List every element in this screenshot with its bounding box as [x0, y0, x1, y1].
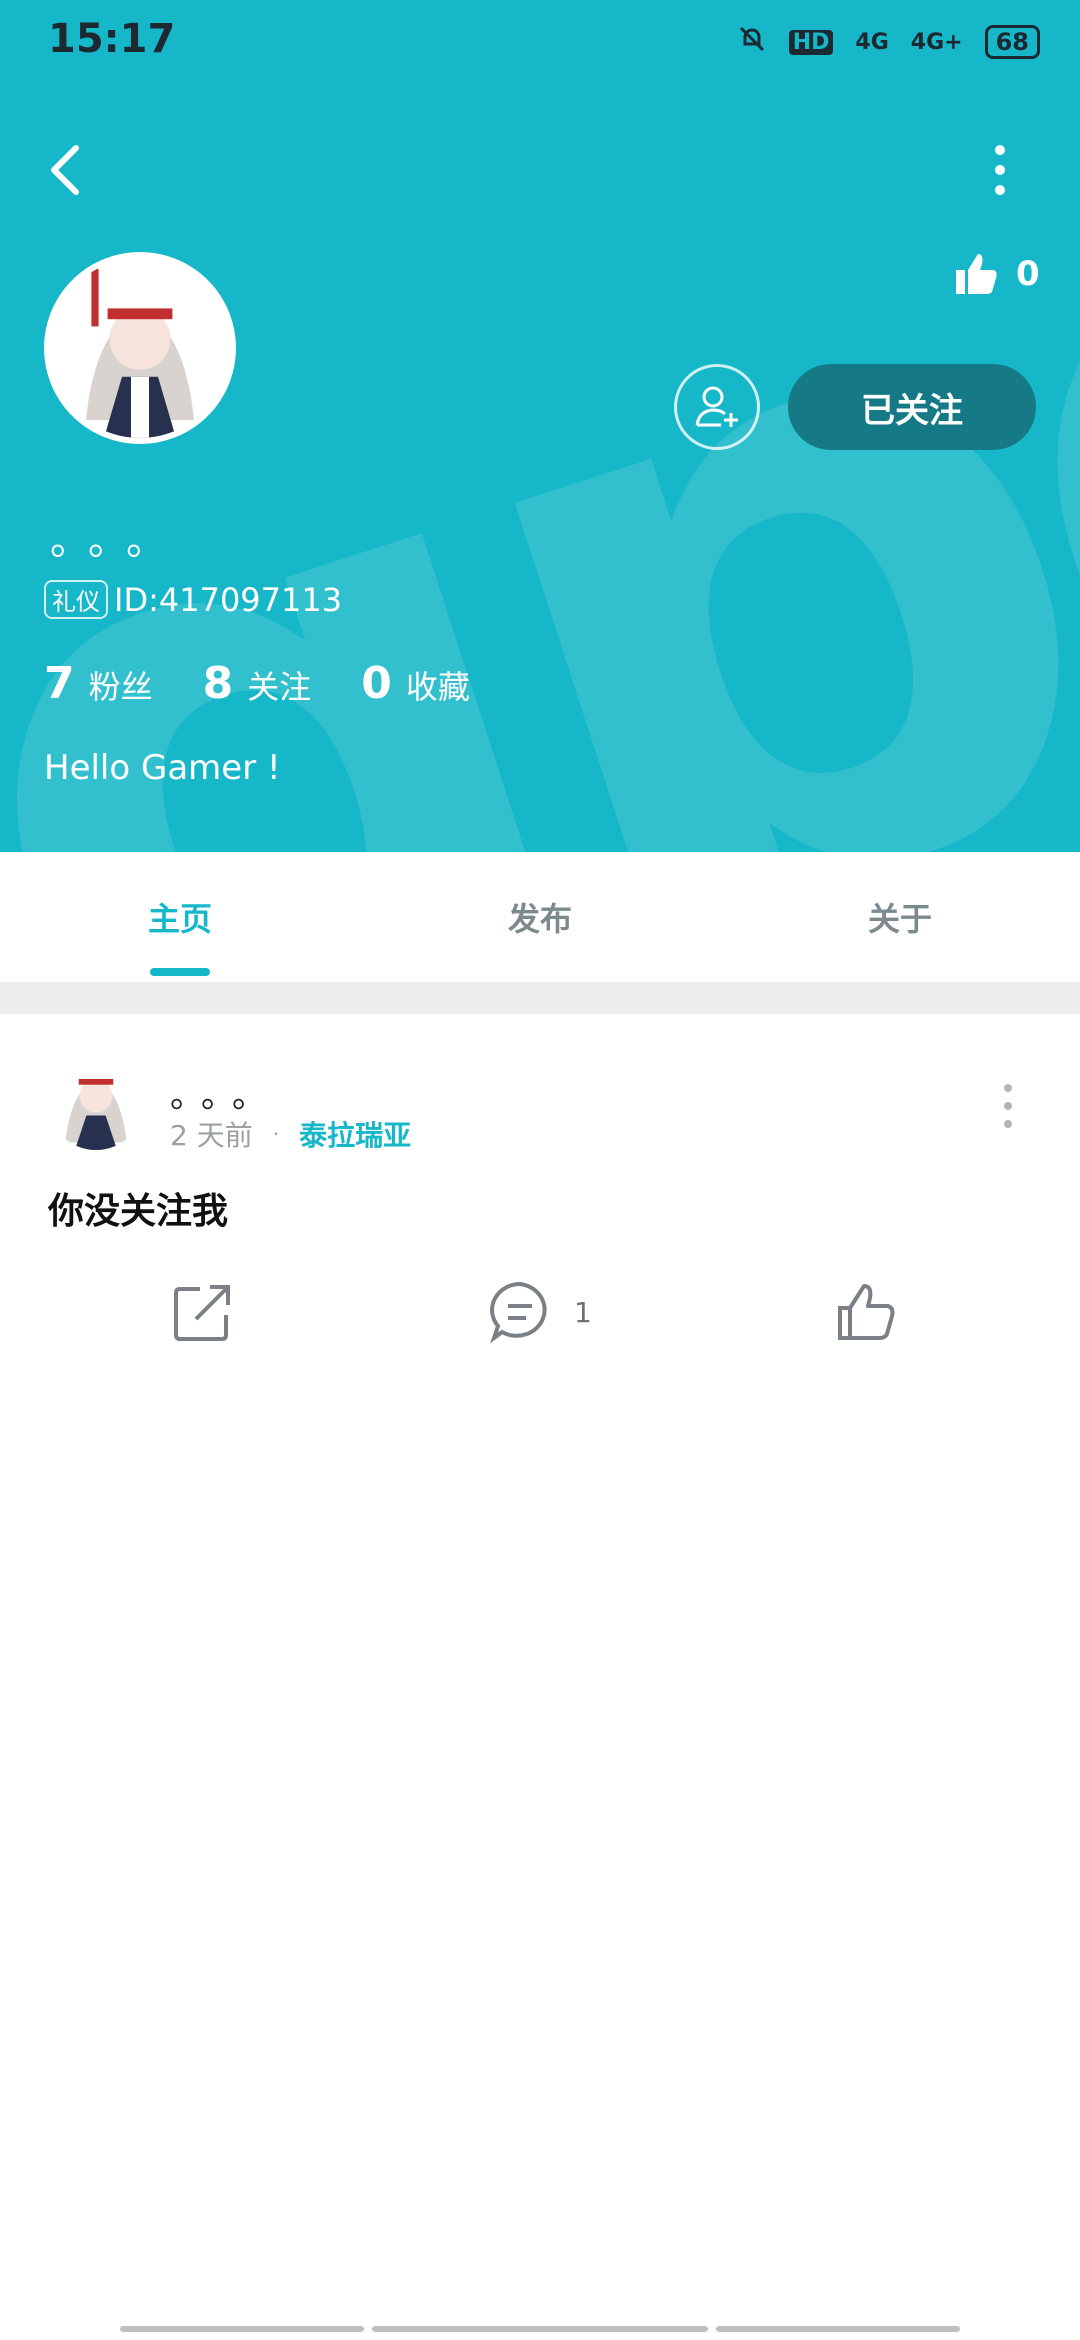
- post-time: 2 天前: [170, 1119, 253, 1152]
- tab-about[interactable]: 关于: [720, 852, 1080, 982]
- profile-header: ɑpɑ 15:17 HD 4G 4G+ 68 0 已关注 。。。 礼仪 ID:4…: [0, 0, 1080, 852]
- status-time: 15:17: [48, 16, 176, 62]
- more-icon[interactable]: [988, 140, 1012, 200]
- tab-home[interactable]: 主页: [0, 852, 360, 982]
- avatar-image: [50, 258, 230, 438]
- nav-segment-right[interactable]: [716, 2326, 960, 2332]
- stat-following-label: 关注: [247, 668, 312, 706]
- status-icons: HD 4G 4G+ 68: [737, 24, 1040, 60]
- add-friend-icon: [695, 386, 738, 427]
- stat-favorites-label: 收藏: [405, 668, 470, 706]
- profile-tabs: 主页 发布 关于: [0, 852, 1080, 982]
- likes-count: 0: [1016, 254, 1040, 294]
- stat-followers-count: 7: [44, 658, 75, 709]
- mute-icon: [737, 24, 767, 60]
- add-friend-button[interactable]: [674, 364, 760, 450]
- post-avatar-image: [48, 1054, 144, 1150]
- stat-following[interactable]: 8 关注: [203, 658, 312, 709]
- network-4g-plus: 4G+: [910, 29, 963, 55]
- post-more-icon[interactable]: [1000, 1082, 1016, 1130]
- profile-nickname: 。。。: [50, 518, 184, 564]
- battery-indicator: 68: [984, 25, 1040, 59]
- nav-segment-left[interactable]: [120, 2326, 364, 2332]
- comment-button[interactable]: 1: [488, 1264, 592, 1360]
- followed-button[interactable]: 已关注: [788, 364, 1036, 450]
- profile-stats: 7 粉丝 8 关注 0 收藏: [44, 658, 470, 709]
- post-game-tag[interactable]: 泰拉瑞亚: [299, 1114, 411, 1154]
- profile-id: ID:417097113: [114, 580, 343, 619]
- avatar[interactable]: [44, 252, 236, 444]
- profile-likes[interactable]: 0: [952, 250, 1040, 298]
- stat-favorites-count: 0: [361, 658, 392, 709]
- share-button[interactable]: [172, 1264, 234, 1360]
- meta-separator: ·: [272, 1122, 280, 1146]
- back-icon[interactable]: [46, 140, 86, 200]
- stat-followers-label: 粉丝: [88, 668, 153, 706]
- like-icon: [838, 1284, 895, 1340]
- post-text: 你没关注我: [48, 1191, 229, 1232]
- comment-icon: [490, 1281, 547, 1344]
- share-icon: [174, 1285, 230, 1341]
- like-button[interactable]: [834, 1264, 898, 1360]
- profile-bio: Hello Gamer !: [44, 748, 281, 788]
- post-author-name[interactable]: 。。。: [170, 1068, 280, 1117]
- nav-segment-center[interactable]: [372, 2326, 708, 2332]
- section-divider: [0, 982, 1080, 1014]
- tab-posts[interactable]: 发布: [360, 852, 720, 982]
- stat-followers[interactable]: 7 粉丝: [44, 658, 153, 709]
- network-4g: 4G: [855, 29, 889, 55]
- stat-favorites[interactable]: 0 收藏: [361, 658, 470, 709]
- etiquette-badge: 礼仪: [44, 580, 108, 619]
- thumbs-up-icon: [956, 254, 997, 294]
- post-card[interactable]: 。。。 2 天前 · 泰拉瑞亚 你没关注我 1: [0, 1014, 1080, 1384]
- post-author-avatar[interactable]: [48, 1054, 144, 1150]
- post-actions: 1: [0, 1264, 1080, 1360]
- profile-id-row: 礼仪 ID:417097113: [44, 580, 342, 619]
- gesture-nav-bar: [0, 2326, 1080, 2334]
- post-meta: 2 天前 · 泰拉瑞亚: [170, 1114, 411, 1154]
- hd-badge: HD: [788, 29, 834, 55]
- stat-following-count: 8: [202, 658, 234, 709]
- comment-count: 1: [574, 1295, 592, 1329]
